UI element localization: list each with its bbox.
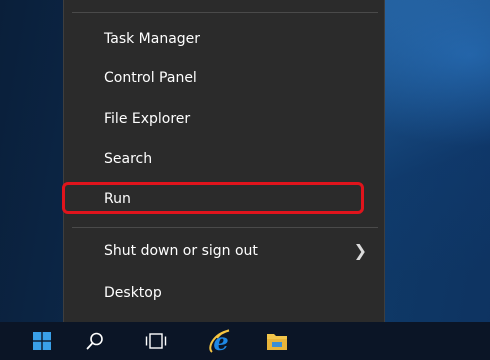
task-view-button[interactable] (134, 322, 178, 360)
file-explorer-taskbar-button[interactable] (255, 322, 299, 360)
internet-explorer-icon: e (209, 328, 230, 354)
menu-item-shut-down-or-sign-out[interactable]: Shut down or sign out ❯ (65, 231, 383, 271)
menu-item-task-manager[interactable]: Task Manager (65, 19, 383, 59)
menu-item-label: Control Panel (104, 70, 197, 86)
menu-divider-top (72, 12, 378, 13)
menu-item-desktop[interactable]: Desktop (65, 273, 383, 313)
menu-divider-bottom (72, 227, 378, 228)
menu-item-label: Desktop (104, 285, 162, 301)
taskbar-search-button[interactable] (73, 322, 117, 360)
menu-item-label: Run (104, 191, 131, 207)
search-icon (86, 332, 103, 350)
taskbar: e (0, 322, 490, 360)
file-explorer-folder-icon (267, 334, 287, 350)
menu-item-label: Task Manager (104, 31, 201, 47)
menu-item-label: File Explorer (104, 111, 191, 127)
menu-item-file-explorer[interactable]: File Explorer (65, 99, 383, 139)
menu-item-label: Search (104, 151, 153, 167)
start-button[interactable] (20, 322, 64, 360)
menu-item-control-panel[interactable]: Control Panel (65, 58, 383, 98)
internet-explorer-button[interactable]: e (199, 322, 243, 360)
svg-text:e: e (213, 328, 228, 354)
menu-item-label: Shut down or sign out (104, 243, 258, 259)
chevron-right-icon: ❯ (353, 241, 367, 260)
wallpaper-light-beam (380, 0, 490, 270)
quick-link-context-menu: Task Manager Control Panel File Explorer… (63, 0, 385, 322)
task-view-icon (145, 333, 167, 349)
menu-item-search[interactable]: Search (65, 139, 383, 179)
menu-item-run[interactable]: Run (65, 179, 383, 219)
windows-start-icon (33, 332, 51, 350)
